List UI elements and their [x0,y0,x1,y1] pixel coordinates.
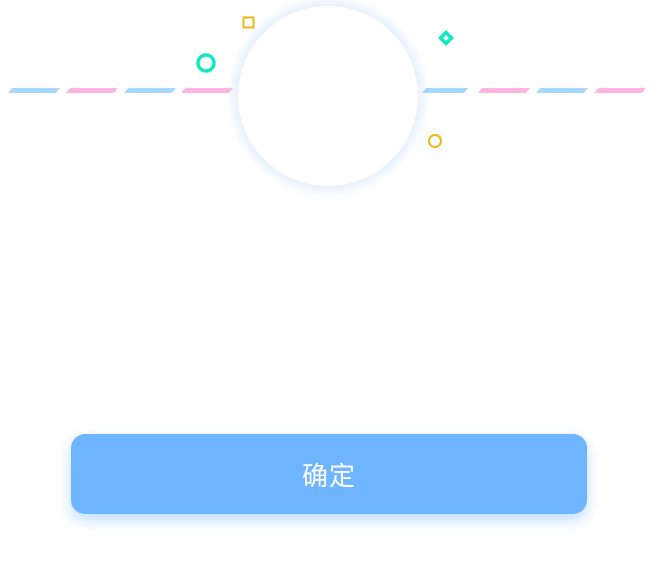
stripe-dash-blue [535,88,589,93]
avatar[interactable] [238,6,418,186]
square-outline-icon [242,16,255,29]
stripe-dash-blue [421,88,469,93]
diamond-icon [438,30,454,46]
page: 确定 [0,0,660,569]
ring-icon [196,53,216,73]
stripe-dash-pink [65,88,119,93]
stripe-dash-blue [123,88,177,93]
confirm-button-label: 确定 [301,461,356,492]
confirm-button[interactable]: 确定 [71,434,587,514]
stripe-dash-pink [180,88,234,93]
stripe-dash-pink [593,88,647,93]
ring-icon [428,134,442,148]
stripe-dash-pink [477,88,531,93]
stripe-dash-blue [7,88,61,93]
